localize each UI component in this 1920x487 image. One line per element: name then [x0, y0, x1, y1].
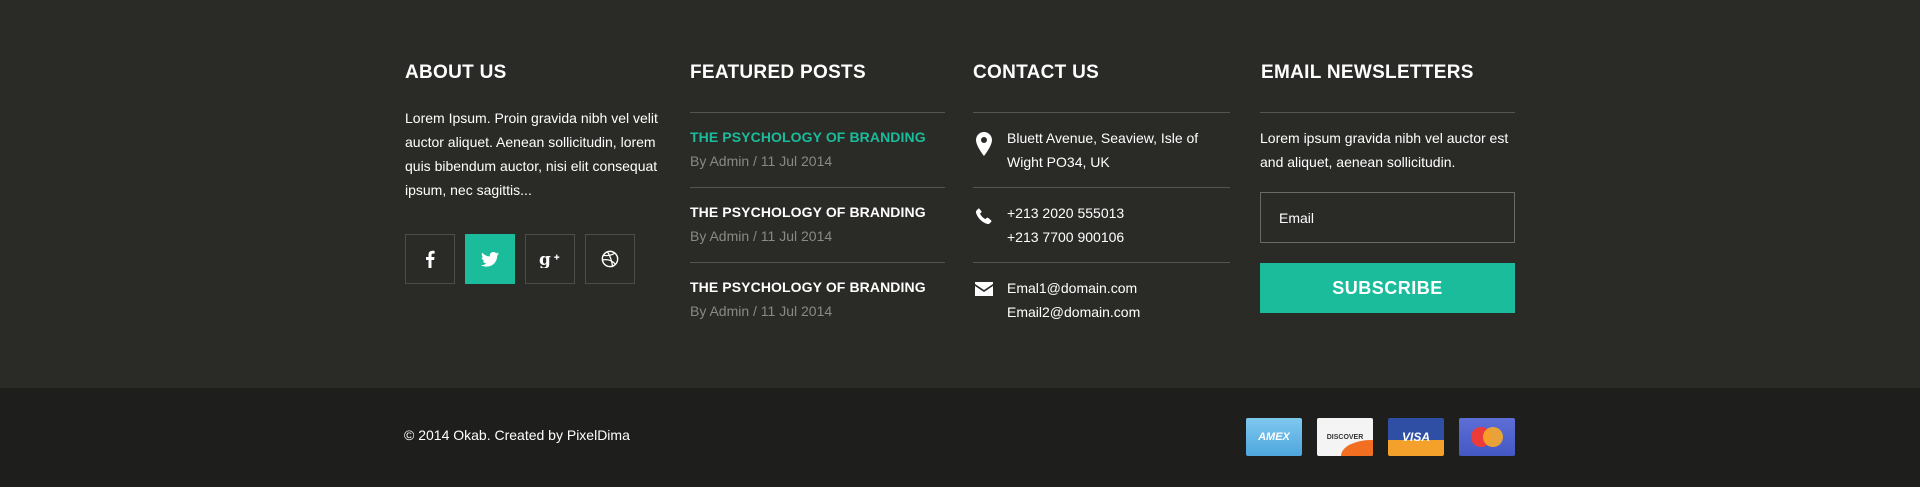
footer-bottom: © 2014 Okab. Created by PixelDima AMEX D… — [0, 388, 1920, 487]
twitter-icon — [481, 251, 499, 267]
post-meta: By Admin / 11 Jul 2014 — [690, 153, 833, 169]
copyright-text: © 2014 Okab. Created by PixelDima — [404, 427, 630, 443]
svg-text:g: g — [539, 250, 551, 268]
post-item: THE PSYCHOLOGY OF BRANDING By Admin / 11… — [690, 129, 945, 169]
map-pin-icon — [973, 132, 995, 158]
newsletter-title: EMAIL NEWSLETTERS — [1261, 62, 1474, 83]
footer-main: ABOUT US Lorem Ipsum. Proin gravida nibh… — [0, 0, 1920, 388]
divider — [973, 187, 1230, 188]
google-plus-icon: g — [539, 250, 560, 268]
phone-icon — [973, 207, 995, 233]
envelope-icon — [973, 282, 995, 308]
divider — [690, 262, 945, 263]
post-title-link[interactable]: THE PSYCHOLOGY OF BRANDING — [690, 129, 945, 145]
contact-title: CONTACT US — [973, 62, 1100, 83]
visa-label: VISA — [1401, 430, 1430, 444]
divider — [690, 187, 945, 188]
email-input[interactable] — [1260, 192, 1515, 243]
dribbble-button[interactable] — [585, 234, 635, 284]
newsletter-text: Lorem ipsum gravida nibh vel auctor est … — [1260, 130, 1509, 170]
email-line-1[interactable]: Emal1@domain.com — [1007, 276, 1227, 300]
address-text: Bluett Avenue, Seaview, Isle of Wight PO… — [1007, 126, 1227, 174]
divider — [690, 112, 945, 113]
email-text: Emal1@domain.com Email2@domain.com — [1007, 276, 1227, 324]
mastercard-circles-icon — [1471, 427, 1503, 447]
phone-line-2: +213 7700 900106 — [1007, 229, 1125, 245]
discover-label: DISCOVER — [1326, 433, 1364, 441]
mastercard-card-icon — [1459, 418, 1515, 456]
discover-swoosh — [1341, 440, 1373, 456]
divider — [1260, 112, 1515, 113]
phone-text: +213 2020 555013 +213 7700 900106 — [1007, 201, 1227, 249]
post-meta: By Admin / 11 Jul 2014 — [690, 303, 833, 319]
subscribe-button[interactable]: SUBSCRIBE — [1260, 263, 1515, 313]
divider — [973, 112, 1230, 113]
post-item: THE PSYCHOLOGY OF BRANDING By Admin / 11… — [690, 279, 945, 319]
address-line-2: Wight PO34, UK — [1007, 154, 1110, 170]
facebook-button[interactable] — [405, 234, 455, 284]
twitter-button[interactable] — [465, 234, 515, 284]
dribbble-icon — [601, 250, 619, 268]
post-title-link[interactable]: THE PSYCHOLOGY OF BRANDING — [690, 204, 945, 220]
google-plus-button[interactable]: g — [525, 234, 575, 284]
discover-card-icon: DISCOVER — [1317, 418, 1373, 456]
post-title-link[interactable]: THE PSYCHOLOGY OF BRANDING — [690, 279, 945, 295]
amex-card-icon: AMEX — [1246, 418, 1302, 456]
phone-line-1: +213 2020 555013 — [1007, 205, 1125, 221]
facebook-icon — [426, 250, 435, 268]
divider — [973, 262, 1230, 263]
amex-label: AMEX — [1258, 431, 1290, 443]
about-title: ABOUT US — [405, 62, 507, 83]
address-line-1: Bluett Avenue, Seaview, Isle of — [1007, 130, 1199, 146]
email-line-2[interactable]: Email2@domain.com — [1007, 300, 1227, 324]
post-item: THE PSYCHOLOGY OF BRANDING By Admin / 11… — [690, 204, 945, 244]
visa-card-icon: VISA — [1388, 418, 1444, 456]
post-meta: By Admin / 11 Jul 2014 — [690, 228, 833, 244]
about-text: Lorem Ipsum. Proin gravida nibh vel veli… — [405, 110, 658, 198]
featured-posts-title: FEATURED POSTS — [690, 62, 866, 83]
